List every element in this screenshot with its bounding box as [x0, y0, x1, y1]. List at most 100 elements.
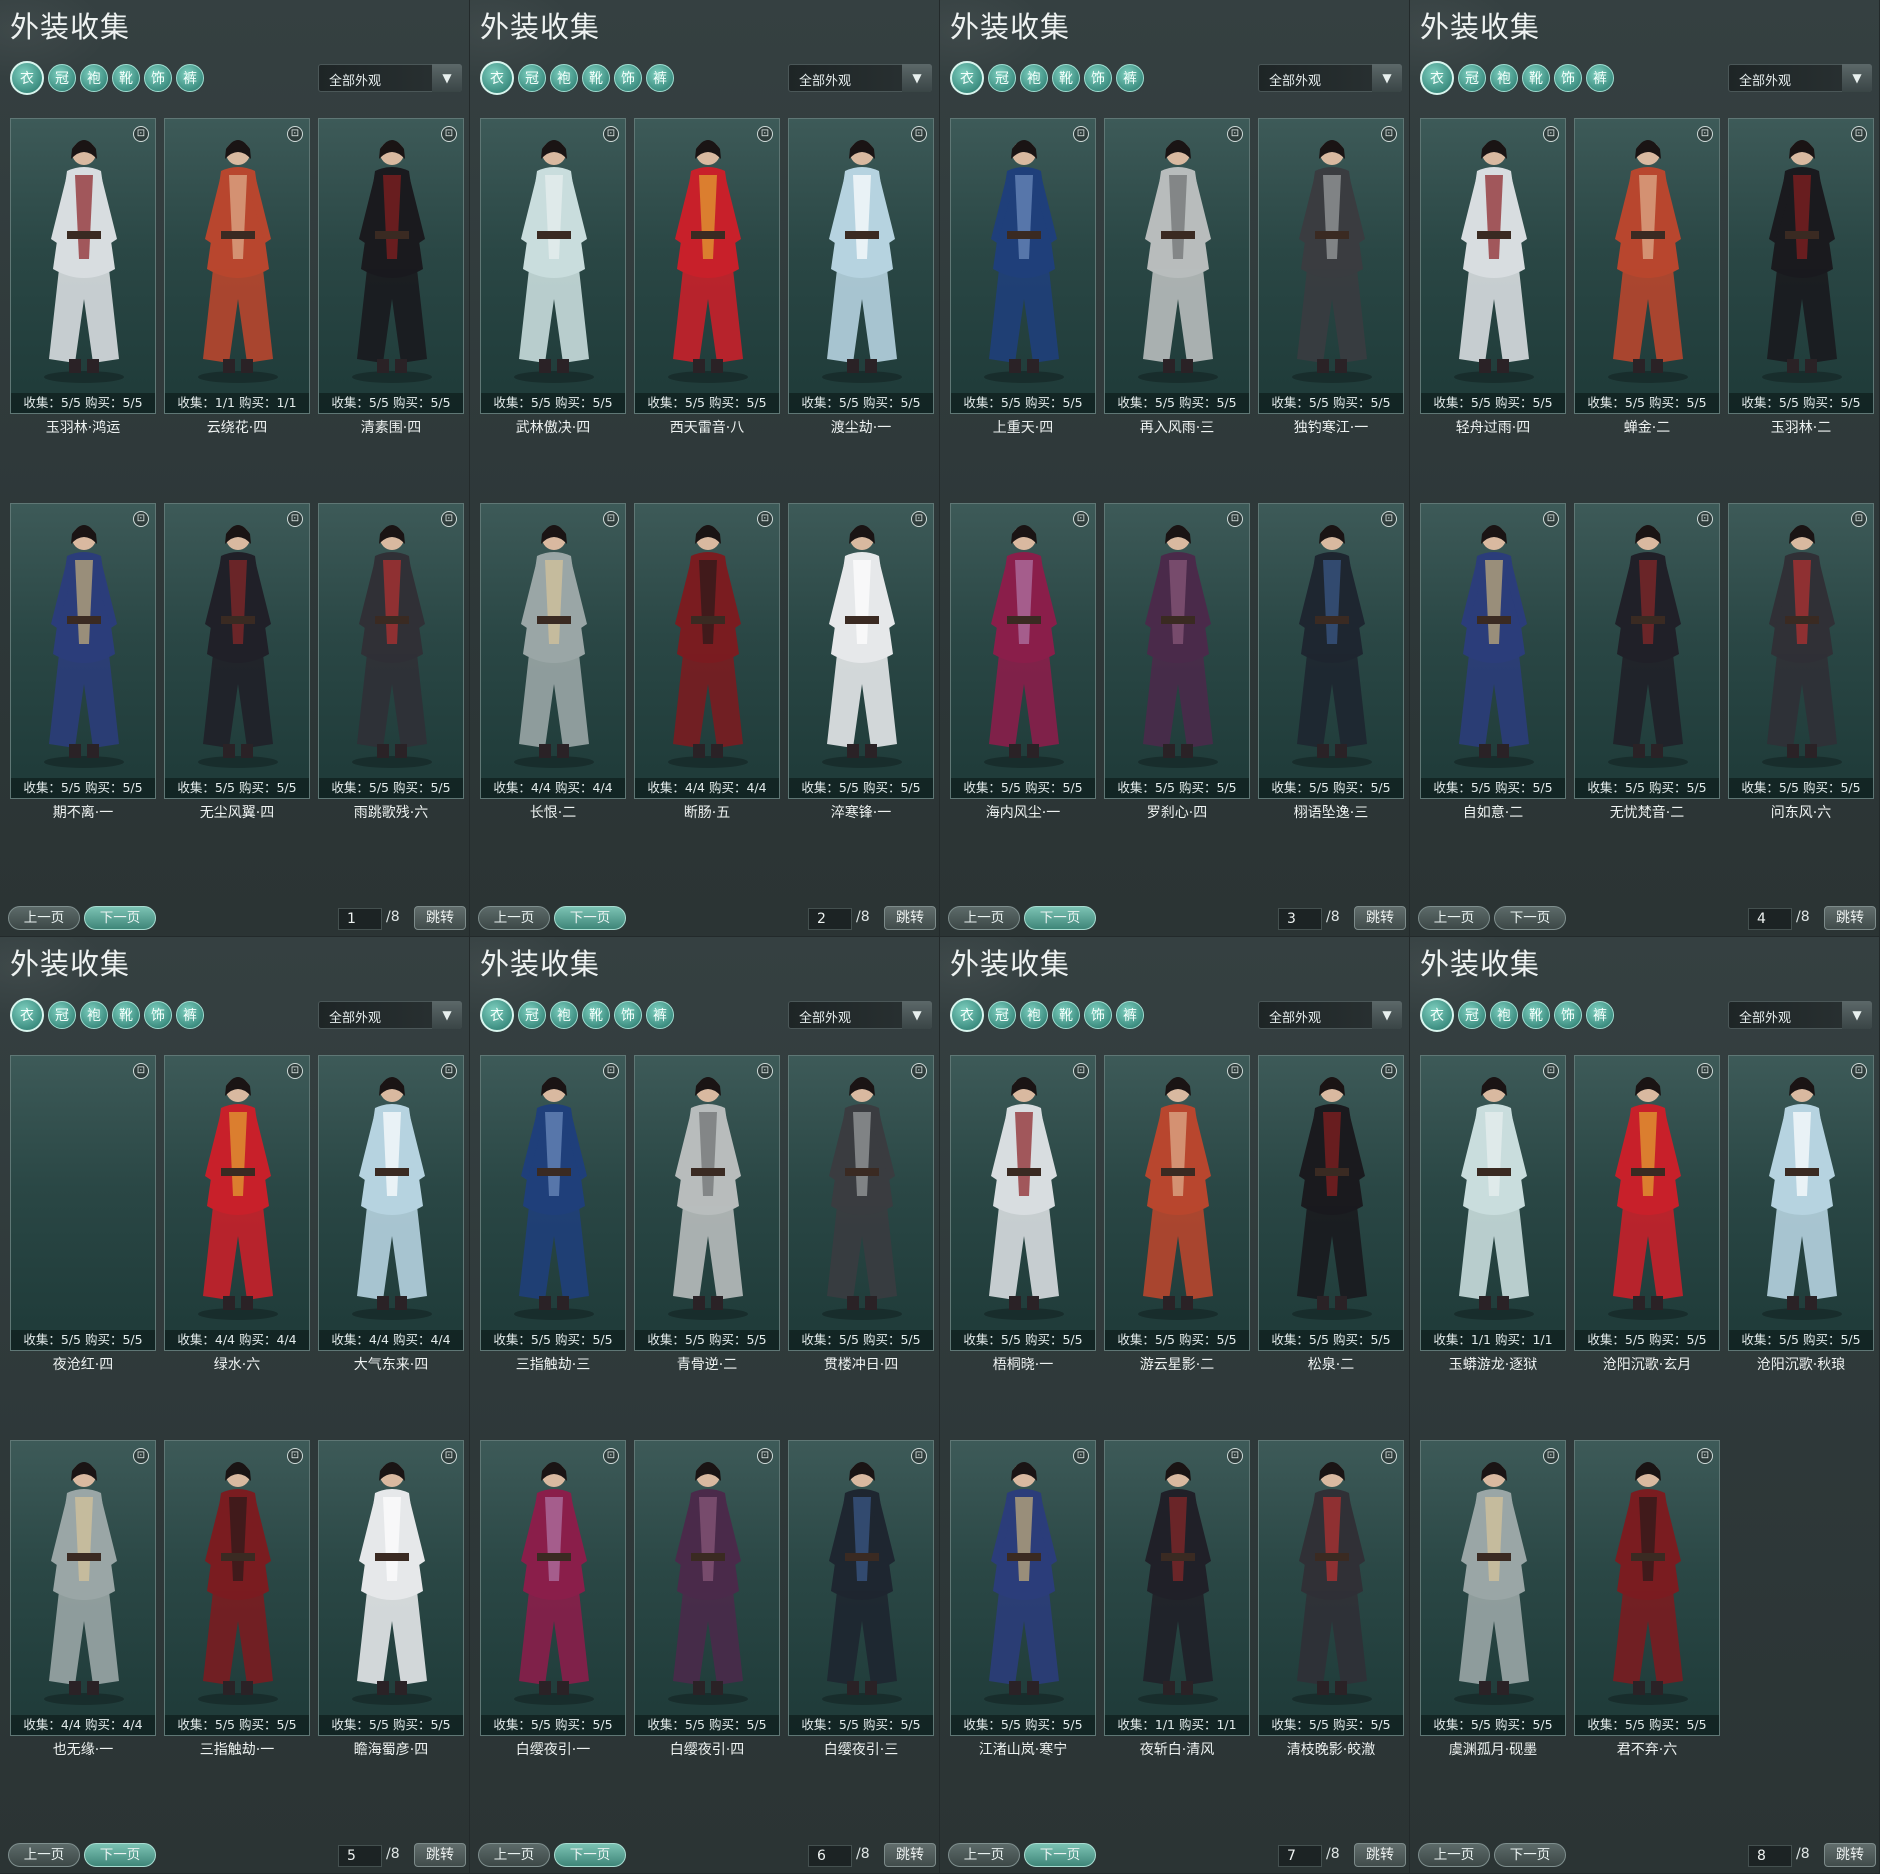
- hat-filter-icon[interactable]: 冠: [48, 64, 76, 92]
- lock-icon[interactable]: ⊡: [1227, 1063, 1243, 1079]
- next-page-button[interactable]: 下一页: [554, 1843, 626, 1867]
- top-filter-icon[interactable]: 袍: [1490, 1001, 1518, 1029]
- outfit-card[interactable]: ⊡ 收集：5/5 购买：5/5: [634, 1440, 780, 1736]
- outfit-card[interactable]: ⊡ 收集：5/5 购买：5/5: [1104, 503, 1250, 799]
- chevron-down-icon[interactable]: ▼: [432, 64, 462, 92]
- all-outfit-filter-icon[interactable]: 衣: [480, 998, 514, 1032]
- lock-icon[interactable]: ⊡: [287, 511, 303, 527]
- outfit-card[interactable]: ⊡ 收集：5/5 购买：5/5: [950, 1440, 1096, 1736]
- outfit-type-dropdown[interactable]: 全部外观 ▼: [1258, 64, 1402, 92]
- outfit-card[interactable]: ⊡ 收集：5/5 购买：5/5: [950, 503, 1096, 799]
- outfit-card[interactable]: ⊡ 收集：1/1 购买：1/1: [1420, 1055, 1566, 1351]
- outfit-card[interactable]: ⊡ 收集：1/1 购买：1/1: [1104, 1440, 1250, 1736]
- outfit-card[interactable]: ⊡ 收集：5/5 购买：5/5: [1420, 503, 1566, 799]
- lock-icon[interactable]: ⊡: [133, 126, 149, 142]
- shoes-filter-icon[interactable]: 靴: [582, 1001, 610, 1029]
- outfit-card[interactable]: ⊡ 收集：5/5 购买：5/5: [318, 118, 464, 414]
- outfit-type-dropdown[interactable]: 全部外观 ▼: [318, 1001, 462, 1029]
- page-number-input[interactable]: 3: [1278, 908, 1322, 930]
- next-page-button[interactable]: 下一页: [1024, 906, 1096, 930]
- all-outfit-filter-icon[interactable]: 衣: [10, 61, 44, 95]
- all-outfit-filter-icon[interactable]: 衣: [1420, 998, 1454, 1032]
- all-outfit-filter-icon[interactable]: 衣: [1420, 61, 1454, 95]
- chevron-down-icon[interactable]: ▼: [902, 1001, 932, 1029]
- outfit-type-dropdown[interactable]: 全部外观 ▼: [788, 1001, 932, 1029]
- jump-button[interactable]: 跳转: [1824, 1843, 1876, 1867]
- outfit-card[interactable]: ⊡ 收集：5/5 购买：5/5: [318, 1440, 464, 1736]
- outfit-card[interactable]: ⊡ 收集：4/4 购买：4/4: [634, 503, 780, 799]
- outfit-card[interactable]: ⊡ 收集：5/5 购买：5/5: [164, 1440, 310, 1736]
- jump-button[interactable]: 跳转: [1354, 906, 1406, 930]
- page-number-input[interactable]: 5: [338, 1845, 382, 1867]
- jump-button[interactable]: 跳转: [414, 1843, 466, 1867]
- lock-icon[interactable]: ⊡: [441, 1448, 457, 1464]
- hat-filter-icon[interactable]: 冠: [988, 64, 1016, 92]
- prev-page-button[interactable]: 上一页: [1418, 906, 1490, 930]
- page-number-input[interactable]: 6: [808, 1845, 852, 1867]
- outfit-card[interactable]: ⊡ 收集：4/4 购买：4/4: [164, 1055, 310, 1351]
- lock-icon[interactable]: ⊡: [1851, 511, 1867, 527]
- lock-icon[interactable]: ⊡: [1381, 1448, 1397, 1464]
- top-filter-icon[interactable]: 袍: [550, 64, 578, 92]
- outfit-card[interactable]: ⊡ 收集：5/5 购买：5/5: [788, 118, 934, 414]
- outfit-card[interactable]: ⊡ 收集：5/5 购买：5/5: [788, 1055, 934, 1351]
- prev-page-button[interactable]: 上一页: [478, 1843, 550, 1867]
- hat-filter-icon[interactable]: 冠: [518, 1001, 546, 1029]
- chevron-down-icon[interactable]: ▼: [1842, 64, 1872, 92]
- outfit-card[interactable]: ⊡ 收集：5/5 购买：5/5: [1104, 118, 1250, 414]
- shoes-filter-icon[interactable]: 靴: [1522, 64, 1550, 92]
- outfit-card[interactable]: ⊡ 收集：5/5 购买：5/5: [1258, 118, 1404, 414]
- outfit-card[interactable]: ⊡ 收集：5/5 购买：5/5: [1258, 503, 1404, 799]
- top-filter-icon[interactable]: 袍: [1020, 1001, 1048, 1029]
- prev-page-button[interactable]: 上一页: [1418, 1843, 1490, 1867]
- shoes-filter-icon[interactable]: 靴: [582, 64, 610, 92]
- lock-icon[interactable]: ⊡: [1381, 1063, 1397, 1079]
- pants-filter-icon[interactable]: 裤: [1586, 1001, 1614, 1029]
- next-page-button[interactable]: 下一页: [84, 1843, 156, 1867]
- outfit-card[interactable]: ⊡ 收集：5/5 购买：5/5: [1728, 503, 1874, 799]
- lock-icon[interactable]: ⊡: [1543, 511, 1559, 527]
- outfit-card[interactable]: ⊡ 收集：5/5 购买：5/5: [634, 1055, 780, 1351]
- lock-icon[interactable]: ⊡: [603, 1063, 619, 1079]
- mask-filter-icon[interactable]: 饰: [144, 64, 172, 92]
- lock-icon[interactable]: ⊡: [911, 511, 927, 527]
- chevron-down-icon[interactable]: ▼: [1842, 1001, 1872, 1029]
- next-page-button[interactable]: 下一页: [1494, 906, 1566, 930]
- mask-filter-icon[interactable]: 饰: [614, 64, 642, 92]
- all-outfit-filter-icon[interactable]: 衣: [950, 998, 984, 1032]
- lock-icon[interactable]: ⊡: [757, 511, 773, 527]
- prev-page-button[interactable]: 上一页: [948, 906, 1020, 930]
- outfit-card[interactable]: ⊡ 收集：5/5 购买：5/5: [10, 118, 156, 414]
- page-number-input[interactable]: 7: [1278, 1845, 1322, 1867]
- hat-filter-icon[interactable]: 冠: [48, 1001, 76, 1029]
- lock-icon[interactable]: ⊡: [1851, 126, 1867, 142]
- lock-icon[interactable]: ⊡: [1697, 1063, 1713, 1079]
- prev-page-button[interactable]: 上一页: [8, 1843, 80, 1867]
- lock-icon[interactable]: ⊡: [1073, 511, 1089, 527]
- hat-filter-icon[interactable]: 冠: [988, 1001, 1016, 1029]
- next-page-button[interactable]: 下一页: [1494, 1843, 1566, 1867]
- outfit-card[interactable]: ⊡ 收集：5/5 购买：5/5: [1420, 1440, 1566, 1736]
- next-page-button[interactable]: 下一页: [84, 906, 156, 930]
- outfit-card[interactable]: ⊡ 收集：5/5 购买：5/5: [1728, 118, 1874, 414]
- prev-page-button[interactable]: 上一页: [948, 1843, 1020, 1867]
- next-page-button[interactable]: 下一页: [1024, 1843, 1096, 1867]
- shoes-filter-icon[interactable]: 靴: [112, 1001, 140, 1029]
- outfit-card[interactable]: ⊡ 收集：5/5 购买：5/5: [788, 503, 934, 799]
- lock-icon[interactable]: ⊡: [603, 1448, 619, 1464]
- page-number-input[interactable]: 1: [338, 908, 382, 930]
- outfit-card[interactable]: ⊡ 收集：5/5 购买：5/5: [480, 118, 626, 414]
- jump-button[interactable]: 跳转: [1824, 906, 1876, 930]
- lock-icon[interactable]: ⊡: [441, 1063, 457, 1079]
- mask-filter-icon[interactable]: 饰: [1554, 1001, 1582, 1029]
- lock-icon[interactable]: ⊡: [1697, 511, 1713, 527]
- lock-icon[interactable]: ⊡: [1543, 1063, 1559, 1079]
- outfit-card[interactable]: ⊡ 收集：5/5 购买：5/5: [1420, 118, 1566, 414]
- mask-filter-icon[interactable]: 饰: [1084, 64, 1112, 92]
- outfit-card[interactable]: ⊡ 收集：5/5 购买：5/5: [950, 1055, 1096, 1351]
- outfit-type-dropdown[interactable]: 全部外观 ▼: [318, 64, 462, 92]
- outfit-card[interactable]: ⊡ 收集：5/5 购买：5/5: [1574, 503, 1720, 799]
- lock-icon[interactable]: ⊡: [1227, 1448, 1243, 1464]
- top-filter-icon[interactable]: 袍: [550, 1001, 578, 1029]
- prev-page-button[interactable]: 上一页: [8, 906, 80, 930]
